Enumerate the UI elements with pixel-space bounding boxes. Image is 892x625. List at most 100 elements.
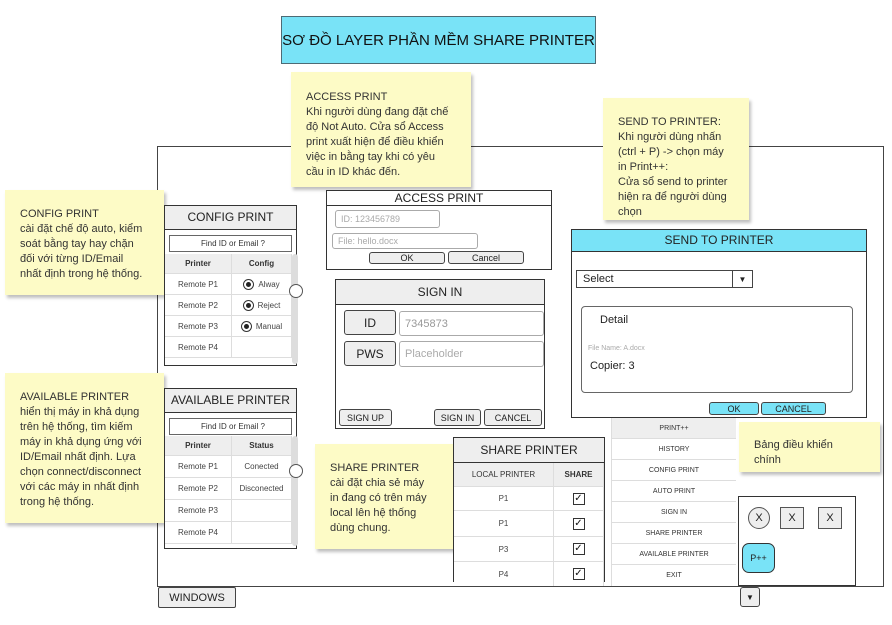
checkbox-checked-icon[interactable]: ✓ [572, 568, 585, 580]
available-table-row[interactable]: Remote P3 [165, 500, 292, 522]
available-row-status [232, 500, 292, 522]
available-scrollbar[interactable] [292, 436, 298, 546]
note-send-title: SEND TO PRINTER: [618, 116, 721, 128]
note-dashboard: Bảng điều khiển chính [739, 422, 880, 472]
share-table-header: LOCAL PRINTER SHARE [454, 463, 604, 487]
checkbox-checked-icon[interactable]: ✓ [572, 492, 585, 505]
note-config-body: cài đặt chế độ auto, kiểm soát bằng tay … [20, 223, 143, 280]
sign-in-cancel-button[interactable]: CANCEL [484, 409, 542, 426]
note-share-body: cài đặt chia sẻ máy in đang có trên máy … [330, 477, 427, 534]
config-table-row: Remote P1 Alway [165, 274, 292, 295]
menu-item-share-printer[interactable]: SHARE PRINTER [612, 523, 736, 544]
tray-panel: X X X P++ [738, 496, 856, 586]
windows-start-button[interactable]: WINDOWS [158, 587, 236, 608]
radio-icon[interactable] [243, 278, 255, 290]
config-row-option-label: Alway [258, 279, 280, 289]
config-row-option [232, 337, 292, 358]
access-id-placeholder: ID: 123456789 [341, 214, 401, 224]
config-row-option[interactable]: Reject [232, 295, 292, 316]
config-row-option-label: Reject [257, 300, 281, 310]
note-config-print: CONFIG PRINT cài đặt chế độ auto, kiểm s… [5, 190, 164, 295]
access-cancel-button[interactable]: Cancel [448, 251, 524, 264]
radio-icon[interactable] [242, 299, 254, 311]
available-table-row[interactable]: Remote P2 Disconected [165, 478, 292, 500]
config-table-header: Printer Config [165, 254, 292, 274]
config-search-input[interactable]: Find ID or Email ? [169, 235, 292, 252]
tray-context-menu: PRINT++ HISTORY CONFIG PRINT AUTO PRINT … [611, 418, 736, 586]
menu-item-config-print[interactable]: CONFIG PRINT [612, 460, 736, 481]
available-header-printer: Printer [165, 436, 232, 456]
note-dashboard-title: Bảng điều khiển chính [754, 439, 833, 466]
share-printer-window: SHARE PRINTER LOCAL PRINTER SHARE P1 ✓ P… [453, 437, 605, 587]
access-ok-button[interactable]: OK [369, 252, 445, 264]
sign-up-button[interactable]: SIGN UP [339, 409, 392, 426]
menu-item-history[interactable]: HISTORY [612, 439, 736, 460]
config-row-printer: Remote P3 [165, 316, 232, 337]
note-share-title: SHARE PRINTER [330, 462, 420, 474]
close-icon[interactable]: X [748, 507, 770, 529]
config-row-option[interactable]: Alway [232, 274, 292, 295]
radio-icon[interactable] [240, 320, 252, 332]
config-scrollbar[interactable] [292, 254, 298, 364]
share-row-check[interactable]: ✓ [554, 487, 604, 511]
chevron-down-icon[interactable]: ▼ [732, 271, 752, 287]
id-label-button: ID [344, 310, 396, 335]
note-available-body: hiển thị máy in khả dụng trên hệ thống, … [20, 406, 142, 508]
access-print-title: ACCESS PRINT [327, 191, 551, 206]
share-row-check[interactable]: ✓ [554, 562, 604, 587]
config-scroll-handle[interactable] [289, 284, 303, 298]
available-printer-window: AVAILABLE PRINTER Find ID or Email ? Pri… [164, 388, 303, 549]
share-row-printer: P1 [454, 511, 554, 537]
menu-item-print-plus[interactable]: PRINT++ [612, 418, 736, 439]
sign-in-button[interactable]: SIGN IN [434, 409, 481, 426]
close-icon[interactable]: X [780, 507, 804, 529]
sign-in-password-placeholder: Placeholder [405, 348, 464, 360]
config-header-printer: Printer [165, 254, 232, 274]
sign-in-password-field[interactable]: Placeholder [399, 341, 544, 367]
send-cancel-button[interactable]: CANCEL [761, 402, 826, 415]
available-search-input[interactable]: Find ID or Email ? [169, 418, 292, 435]
sign-in-id-field[interactable]: 7345873 [399, 311, 544, 336]
share-table-row: P1 ✓ [454, 487, 604, 511]
menu-item-available-printer[interactable]: AVAILABLE PRINTER [612, 544, 736, 565]
available-table-row[interactable]: Remote P1 Conected [165, 456, 292, 478]
note-access-print: ACCESS PRINT Khi người dùng đang đặt chế… [291, 72, 471, 187]
pws-label-button: PWS [344, 341, 396, 366]
close-icon[interactable]: X [818, 507, 842, 529]
note-access-title: ACCESS PRINT [306, 91, 388, 103]
access-file-placeholder: File: hello.docx [338, 236, 399, 246]
note-share-printer: SHARE PRINTER cài đặt chia sẻ máy in đan… [315, 444, 455, 549]
print-plus-app-icon[interactable]: P++ [742, 543, 775, 573]
note-available-title: AVAILABLE PRINTER [20, 391, 130, 403]
menu-item-exit[interactable]: EXIT [612, 565, 736, 586]
config-row-printer: Remote P2 [165, 295, 232, 316]
menu-item-auto-print[interactable]: AUTO PRINT [612, 481, 736, 502]
note-available-printer: AVAILABLE PRINTER hiển thị máy in khả dụ… [5, 373, 164, 523]
printer-select[interactable]: Select ▼ [576, 270, 753, 288]
detail-heading: Detail [600, 314, 629, 326]
sign-in-window: SIGN IN ID 7345873 PWS Placeholder SIGN … [335, 279, 545, 429]
available-row-status[interactable]: Disconected [232, 478, 292, 500]
access-file-field[interactable]: File: hello.docx [332, 233, 478, 249]
checkbox-checked-icon[interactable]: ✓ [572, 543, 585, 555]
share-row-check[interactable]: ✓ [554, 511, 604, 537]
available-table: Printer Status Remote P1 Conected Remote… [165, 436, 292, 544]
config-table-row: Remote P4 [165, 337, 292, 358]
checkbox-checked-icon[interactable]: ✓ [572, 517, 585, 530]
access-print-window: ACCESS PRINT ID: 123456789 File: hello.d… [326, 190, 552, 270]
config-header-config: Config [232, 254, 292, 274]
config-row-option[interactable]: Manual [232, 316, 292, 337]
share-row-check[interactable]: ✓ [554, 537, 604, 562]
access-id-field[interactable]: ID: 123456789 [335, 210, 440, 228]
config-row-option-label: Manual [255, 321, 283, 331]
available-row-status[interactable]: Conected [232, 456, 292, 478]
available-row-printer: Remote P2 [165, 478, 232, 500]
available-scroll-handle[interactable] [289, 464, 303, 478]
config-search-placeholder: Find ID or Email ? [200, 239, 266, 248]
chevron-down-icon[interactable]: ▼ [740, 587, 760, 607]
menu-item-sign-in[interactable]: SIGN IN [612, 502, 736, 523]
available-table-row[interactable]: Remote P4 [165, 522, 292, 544]
config-table-row: Remote P2 Reject [165, 295, 292, 316]
send-ok-button[interactable]: OK [709, 402, 759, 415]
note-access-body: Khi người dùng đang đặt chế độ Not Auto.… [306, 106, 449, 178]
